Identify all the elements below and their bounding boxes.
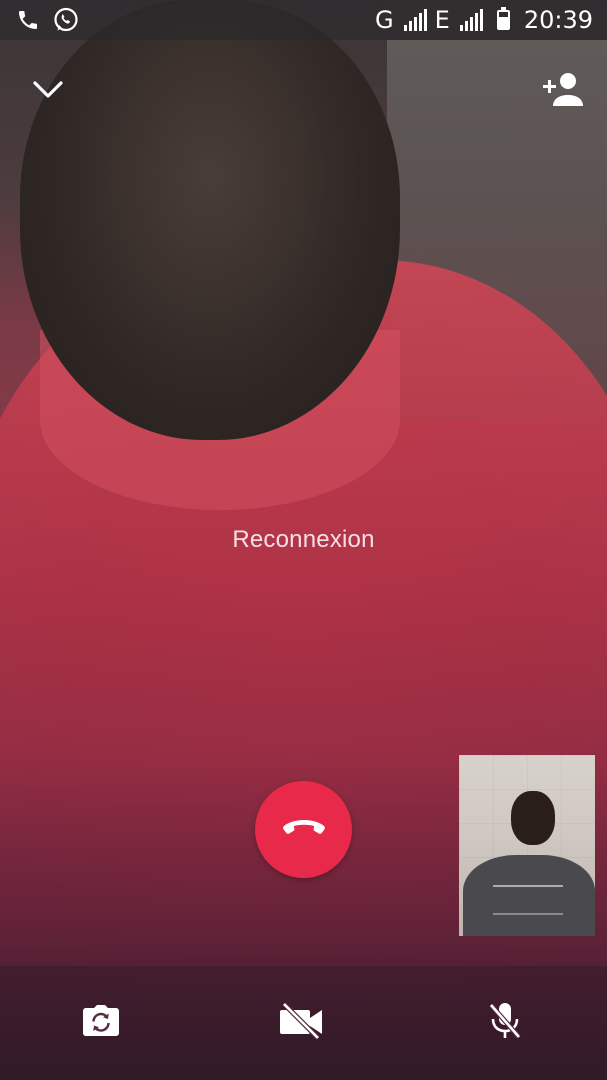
clock: 20:39	[523, 6, 593, 34]
signal-icon	[403, 9, 427, 31]
preview-head	[511, 791, 555, 845]
signal-icon	[459, 9, 483, 31]
battery-icon	[496, 7, 510, 30]
switch-camera-button[interactable]	[71, 993, 131, 1053]
bottom-controls	[0, 966, 607, 1080]
network-type-1: G	[375, 6, 394, 34]
status-bar: G E 20:39	[0, 0, 607, 40]
chevron-down-icon	[30, 81, 66, 108]
end-call-button[interactable]	[255, 781, 352, 878]
network-type-2: E	[434, 6, 450, 34]
add-participant-button[interactable]	[541, 70, 585, 108]
remote-face	[20, 0, 400, 440]
self-video-preview[interactable]	[459, 755, 595, 936]
whatsapp-icon	[52, 6, 80, 38]
mic-off-icon	[487, 1001, 523, 1045]
phone-icon	[16, 8, 40, 36]
video-off-icon	[278, 1002, 326, 1044]
mute-button[interactable]	[475, 993, 535, 1053]
add-person-icon	[541, 73, 585, 112]
preview-shirt-print	[493, 885, 563, 915]
call-status-text: Reconnexion	[232, 526, 375, 553]
switch-camera-icon	[81, 1005, 121, 1041]
collapse-button[interactable]	[30, 74, 66, 104]
video-toggle-button[interactable]	[272, 993, 332, 1053]
hang-up-icon	[280, 816, 328, 844]
